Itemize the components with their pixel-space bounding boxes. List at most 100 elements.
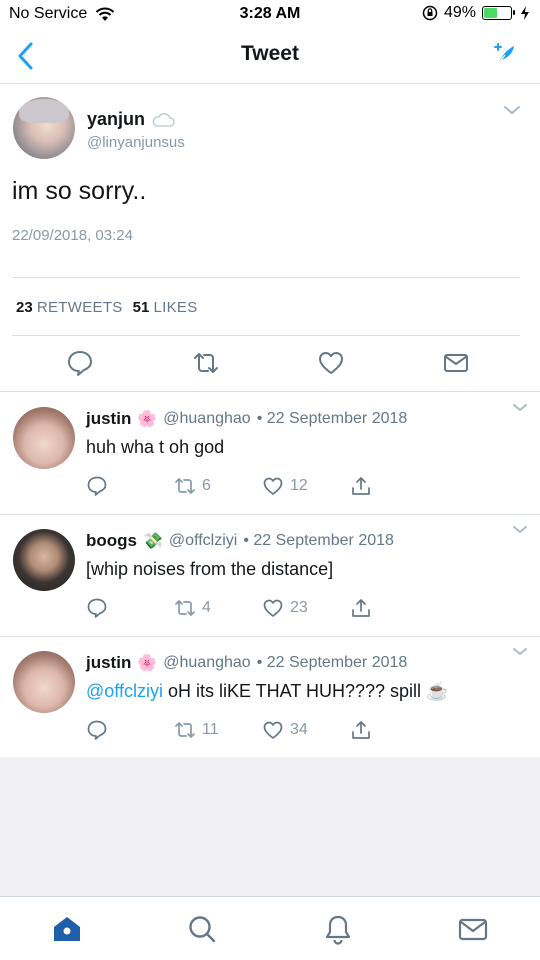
like-heart-icon[interactable] <box>317 349 345 377</box>
reply-date: • 22 September 2018 <box>256 410 408 427</box>
notifications-icon[interactable] <box>322 913 354 945</box>
cloud-icon <box>152 112 175 127</box>
share-icon <box>352 477 370 495</box>
reply-action[interactable] <box>86 475 108 497</box>
reply-author-handle[interactable]: @huanghao <box>163 654 250 672</box>
reply-author-name[interactable]: justin <box>86 653 131 673</box>
avatar[interactable] <box>13 651 75 713</box>
flower-emoji: 🌸 <box>137 411 158 428</box>
chevron-down-icon[interactable] <box>512 525 528 535</box>
retweet-count: 6 <box>202 477 211 494</box>
retweets-label: RETWEETS <box>36 299 123 316</box>
share-icon <box>352 599 370 617</box>
avatar[interactable] <box>13 529 75 591</box>
like-heart-icon <box>263 721 283 739</box>
retweet-count: 4 <box>202 599 211 616</box>
reply-author-handle[interactable]: @offclziyi <box>169 532 237 550</box>
retweet-icon <box>175 600 195 616</box>
charging-icon <box>521 6 529 20</box>
compose-tweet-icon[interactable] <box>492 42 518 68</box>
nav-bar: Tweet <box>0 28 540 84</box>
reply-action[interactable] <box>86 597 108 619</box>
reply-actions: 11 34 <box>86 719 386 743</box>
reply-header: justin 🌸 @huanghao • 22 September 2018 <box>86 409 407 429</box>
empty-background <box>0 757 540 896</box>
reply-actions: 6 12 <box>86 475 386 499</box>
reply-icon <box>87 720 107 740</box>
tweet-timestamp: 22/09/2018, 03:24 <box>12 227 133 244</box>
retweet-action[interactable]: 4 <box>174 597 211 619</box>
battery-icon <box>482 6 515 20</box>
share-icon <box>352 721 370 739</box>
tweet-stats: 23 RETWEETS 51 LIKES <box>16 299 198 316</box>
flower-emoji: 🌸 <box>137 655 158 672</box>
tab-bar <box>0 896 540 960</box>
divider <box>12 335 520 336</box>
home-icon[interactable] <box>51 913 83 945</box>
battery-percent: 49% <box>443 4 476 21</box>
page-title: Tweet <box>241 42 299 65</box>
reply-actions: 4 23 <box>86 597 386 621</box>
likes-label: LIKES <box>153 299 198 316</box>
likes-stat[interactable]: 51 LIKES <box>133 299 198 316</box>
author-avatar[interactable] <box>13 97 75 159</box>
like-heart-icon <box>263 477 283 495</box>
divider <box>12 277 520 278</box>
reply-author-name[interactable]: justin <box>86 409 131 429</box>
money-emoji: 💸 <box>143 533 163 550</box>
author-name-row[interactable]: yanjun <box>87 109 175 130</box>
rotation-lock-icon <box>422 5 438 21</box>
retweet-icon[interactable] <box>192 349 220 377</box>
reply-text: @offclziyi oH its liKE THAT HUH???? spil… <box>86 681 448 702</box>
reply-icon[interactable] <box>66 349 94 377</box>
direct-message-icon[interactable] <box>442 349 470 377</box>
like-action[interactable]: 23 <box>262 597 308 619</box>
reply-date: • 22 September 2018 <box>243 532 394 549</box>
retweet-action[interactable]: 6 <box>174 475 211 497</box>
search-icon[interactable] <box>186 913 218 945</box>
like-count: 34 <box>290 721 308 738</box>
reply-text-content: [whip noises from the distance] <box>86 559 334 579</box>
author-name: yanjun <box>87 109 146 129</box>
status-right: 49% <box>422 4 530 22</box>
like-heart-icon <box>263 599 283 617</box>
avatar[interactable] <box>13 407 75 469</box>
reply-tweet[interactable]: justin 🌸 @huanghao • 22 September 2018 @… <box>0 637 540 757</box>
like-count: 12 <box>290 477 308 494</box>
share-action[interactable] <box>350 719 372 741</box>
likes-count: 51 <box>132 299 150 316</box>
reply-date: • 22 September 2018 <box>256 654 408 671</box>
reply-author-handle[interactable]: @huanghao <box>163 410 250 428</box>
author-handle[interactable]: @linyanjunsus <box>87 134 185 151</box>
retweets-stat[interactable]: 23 RETWEETS <box>16 299 123 316</box>
reply-text-content: oH its liKE THAT HUH???? spill ☕ <box>162 681 449 701</box>
reply-header: justin 🌸 @huanghao • 22 September 2018 <box>86 653 407 673</box>
status-bar: No Service 3:28 AM 49% <box>0 0 540 28</box>
reply-action[interactable] <box>86 719 108 741</box>
main-tweet: yanjun @linyanjunsus im so sorry.. 22/09… <box>0 85 540 392</box>
reply-text: huh wha t oh god <box>86 437 224 458</box>
like-action[interactable]: 12 <box>262 475 308 497</box>
share-action[interactable] <box>350 475 372 497</box>
reply-icon <box>87 476 107 496</box>
reply-mention[interactable]: @offclziyi <box>86 681 163 701</box>
tweet-text: im so sorry.. <box>12 177 147 205</box>
tweet-actions <box>0 349 540 379</box>
retweets-count: 23 <box>16 299 33 316</box>
share-action[interactable] <box>350 597 372 619</box>
retweet-action[interactable]: 11 <box>174 719 219 741</box>
reply-text: [whip noises from the distance] <box>86 559 333 580</box>
chevron-down-icon[interactable] <box>502 103 522 117</box>
like-count: 23 <box>290 599 308 616</box>
reply-text-content: huh wha t oh god <box>86 437 225 457</box>
reply-tweet[interactable]: justin 🌸 @huanghao • 22 September 2018 h… <box>0 393 540 515</box>
retweet-icon <box>175 722 195 738</box>
chevron-down-icon[interactable] <box>512 647 528 657</box>
messages-icon[interactable] <box>457 913 489 945</box>
retweet-count: 11 <box>202 721 219 738</box>
reply-author-name[interactable]: boogs <box>86 531 137 551</box>
reply-tweet[interactable]: boogs 💸 @offclziyi • 22 September 2018 [… <box>0 515 540 637</box>
chevron-down-icon[interactable] <box>512 403 528 413</box>
like-action[interactable]: 34 <box>262 719 308 741</box>
retweet-icon <box>175 478 195 494</box>
